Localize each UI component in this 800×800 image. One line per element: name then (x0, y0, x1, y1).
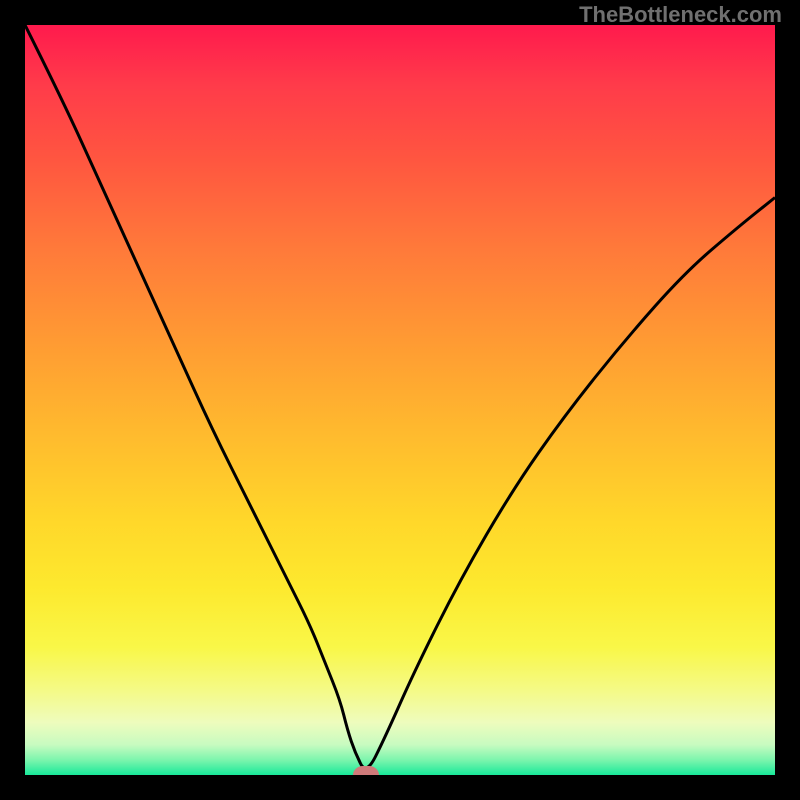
minimum-marker (353, 766, 379, 775)
watermark-text: TheBottleneck.com (579, 2, 782, 28)
curve-path (25, 25, 775, 768)
plot-area (25, 25, 775, 775)
bottleneck-curve (25, 25, 775, 775)
